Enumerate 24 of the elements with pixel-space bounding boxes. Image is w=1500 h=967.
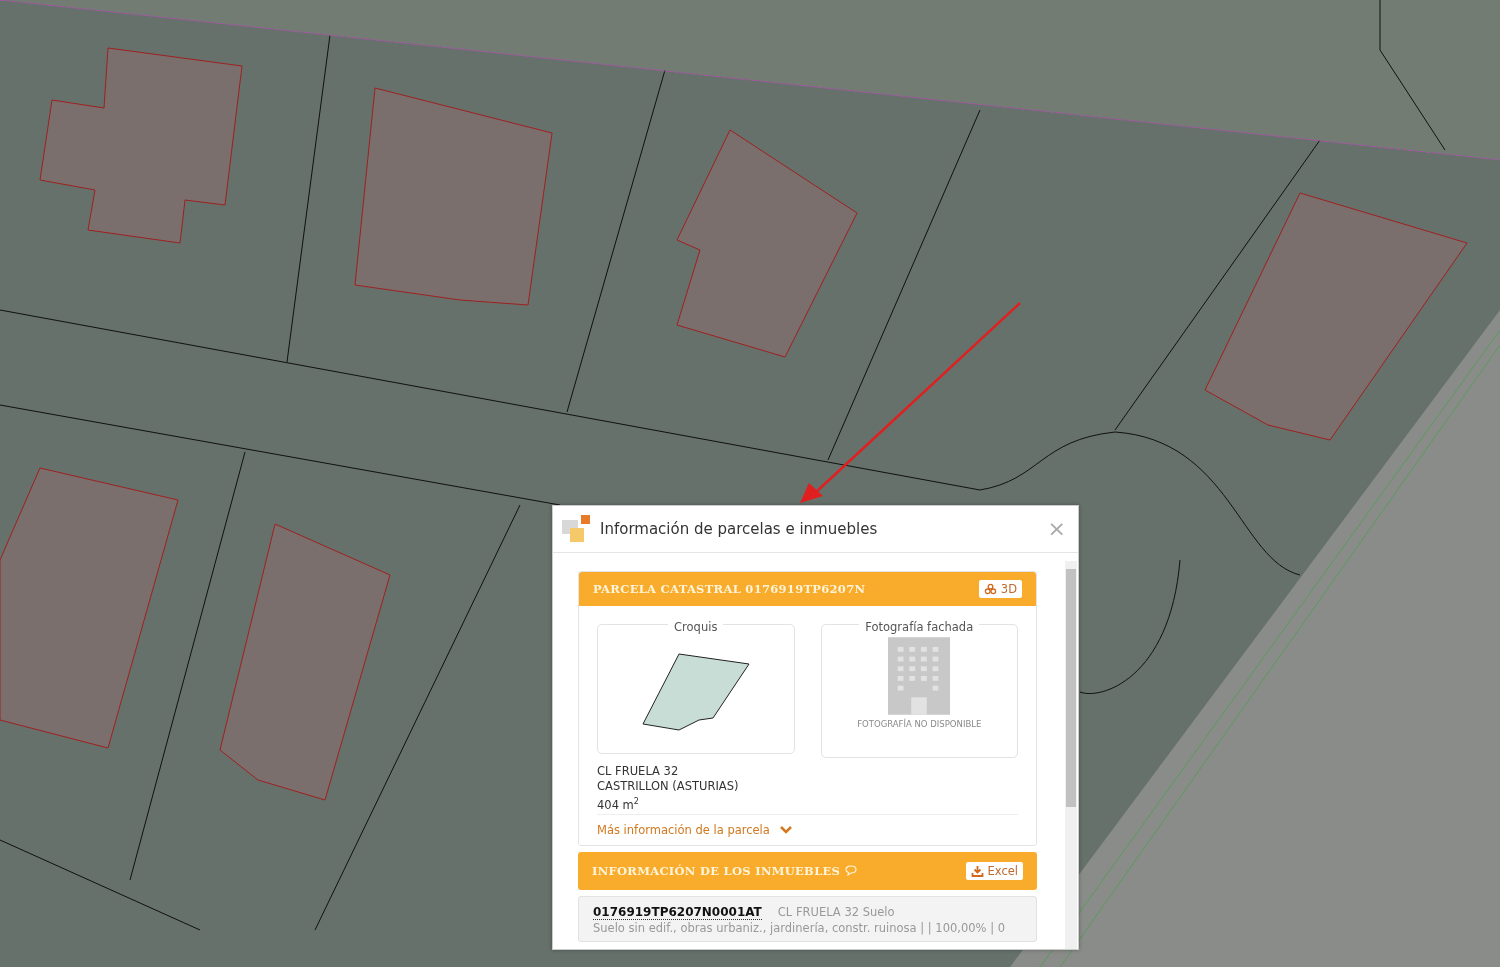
excel-button[interactable]: Excel	[965, 861, 1023, 880]
building-icon	[888, 637, 951, 715]
property-reference-link[interactable]: 0176919TP6207N0001AT	[593, 904, 762, 920]
logo-icon	[561, 514, 591, 544]
property-details: Suelo sin edif., obras urbaniz., jardinería, constr. ruinosa | | 100,00% | 0	[593, 920, 1007, 935]
photo-unavailable-text: FOTOGRAFÍA NO DISPONIBLE	[857, 719, 982, 729]
dialog-title: Información de parcelas e inmuebles	[600, 520, 879, 538]
close-button[interactable]: ×	[1043, 518, 1070, 540]
comment-icon	[845, 865, 858, 877]
section-title: INFORMACIÓN DE LOS INMUEBLES	[592, 863, 841, 878]
address-line: CASTRILLON (ASTURIAS)	[597, 779, 740, 794]
section-title: PARCELA CATASTRAL 0176919TP6207N	[593, 582, 866, 596]
frame-label: Fotografía fachada	[859, 620, 980, 634]
more-info-link[interactable]: Más información de la parcela	[597, 822, 792, 837]
view-3d-button[interactable]: 3D	[978, 580, 1022, 598]
download-icon	[970, 864, 984, 877]
frame-label: Croquis	[668, 620, 724, 634]
scrollbar[interactable]	[1065, 561, 1077, 949]
property-address: CL FRUELA 32 Suelo	[777, 904, 895, 919]
address-line: 404 m$^{2}$	[597, 796, 640, 813]
property-row[interactable]: 0176919TP6207N0001AT CL FRUELA 32 Suelo Suelo sin edif., obras urbaniz., jardinería, constr. ruinosa | | 100,00% | 0	[578, 895, 1037, 942]
address-line: CL FRUELA 32	[597, 764, 680, 779]
cubes-icon	[983, 583, 997, 595]
scrollbar-thumb[interactable]	[1066, 569, 1076, 807]
